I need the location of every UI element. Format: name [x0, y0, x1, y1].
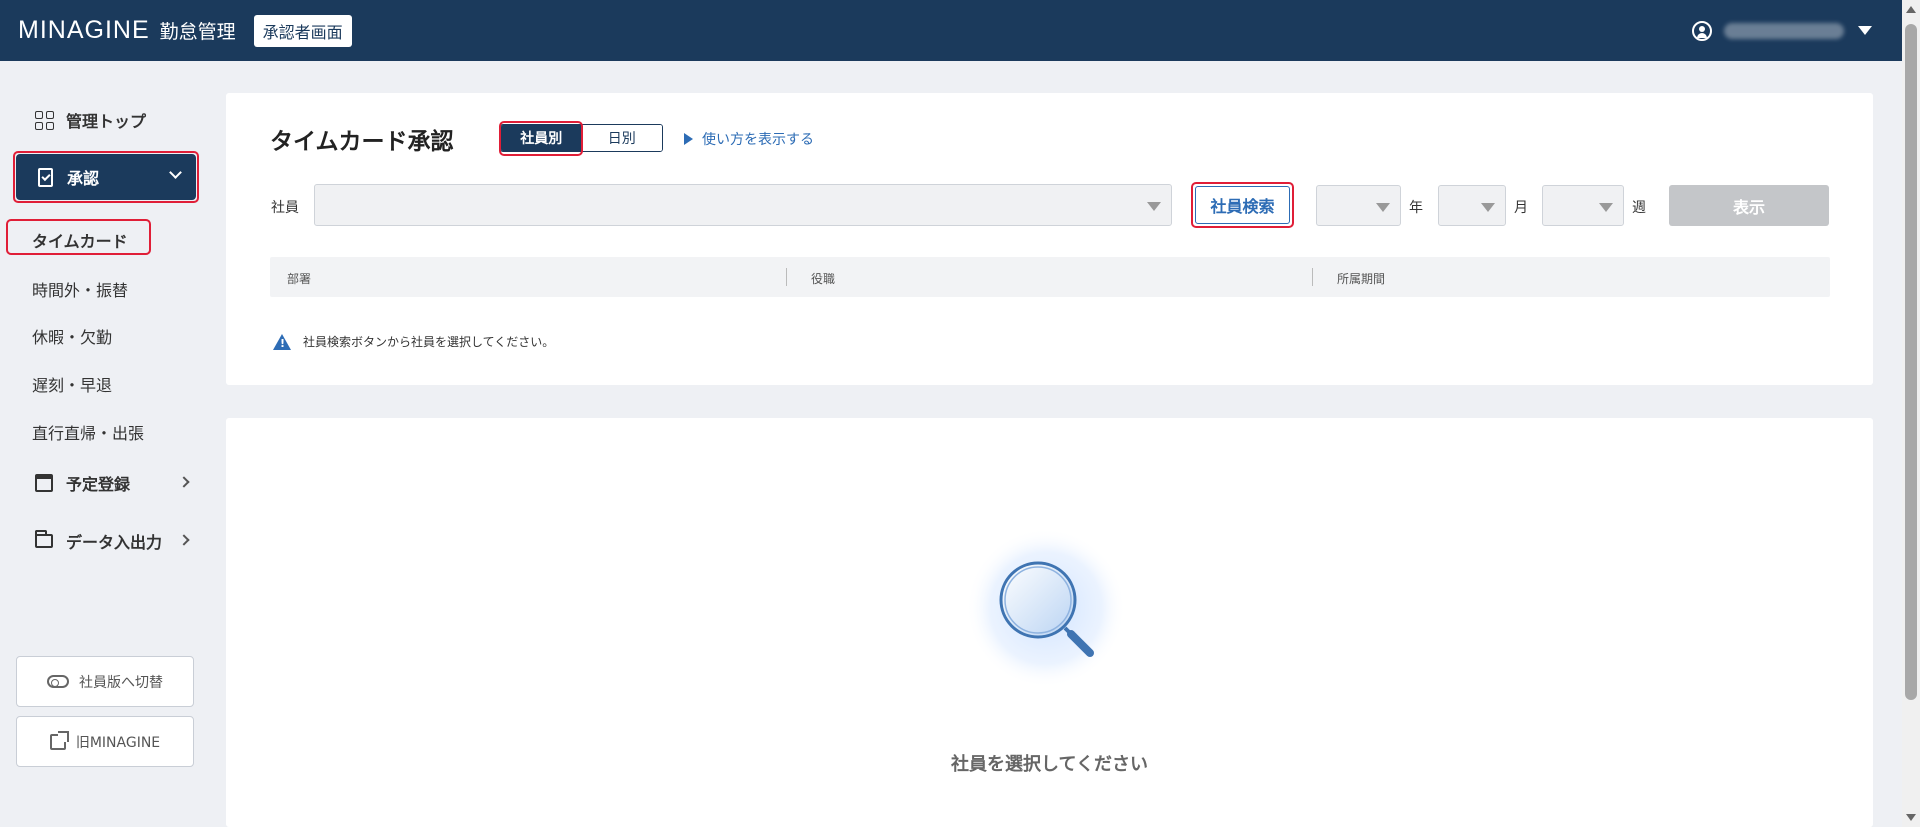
employee-info-bar: 部署 役職 所属期間: [270, 257, 1830, 297]
timecard-filter-panel: タイムカード承認 社員別 日別 使い方を表示する 社員 社員検索 年 月 週 表…: [226, 93, 1873, 385]
sidebar-subitem-leave[interactable]: 休暇・欠勤: [32, 324, 112, 348]
user-name-blurred: [1724, 22, 1844, 39]
howto-label: 使い方を表示する: [702, 132, 814, 148]
sidebar-item-top[interactable]: 管理トップ: [34, 108, 146, 132]
column-divider: [786, 268, 787, 286]
app-logo[interactable]: MINAGINE: [18, 16, 150, 45]
highlight-outline: [1191, 182, 1294, 228]
year-unit: 年: [1409, 200, 1423, 216]
warning-icon: [273, 333, 291, 350]
calendar-icon: [34, 473, 54, 493]
app-header: MINAGINE 勤怠管理 承認者画面: [0, 0, 1920, 61]
scroll-up-icon[interactable]: [1906, 6, 1916, 13]
button-label: 旧MINAGINE: [75, 734, 161, 751]
old-minagine-button[interactable]: 旧MINAGINE: [16, 716, 194, 767]
sidebar: 管理トップ 承認 タイムカード 時間外・振替 休暇・欠勤 遅刻・早退 直行直帰・…: [0, 61, 210, 827]
caret-down-icon[interactable]: [1858, 26, 1872, 35]
sidebar-subitem-overtime[interactable]: 時間外・振替: [32, 277, 128, 301]
chevron-right-icon: [178, 534, 190, 546]
external-link-icon: [49, 730, 69, 750]
week-select[interactable]: [1542, 185, 1624, 226]
column-divider: [1312, 268, 1313, 286]
page-title: タイムカード承認: [270, 129, 454, 155]
grid-icon: [34, 110, 54, 130]
info-column-position: 役職: [811, 272, 836, 286]
page-scrollbar[interactable]: [1902, 0, 1920, 827]
sidebar-subitem-direct[interactable]: 直行直帰・出張: [32, 420, 144, 444]
tab-by-day[interactable]: 日別: [581, 125, 662, 151]
magnifier-icon: [966, 528, 1126, 688]
scroll-down-icon[interactable]: [1906, 814, 1916, 821]
play-icon: [684, 133, 693, 145]
empty-state-text: 社員を選択してください: [951, 754, 1148, 775]
year-select[interactable]: [1316, 185, 1401, 226]
role-badge: 承認者画面: [253, 14, 352, 47]
week-unit: 週: [1632, 200, 1646, 216]
switch-employee-button[interactable]: 社員版へ切替: [16, 656, 194, 707]
user-icon: [1692, 20, 1712, 41]
scroll-thumb[interactable]: [1905, 24, 1917, 700]
info-column-period: 所属期間: [1337, 272, 1386, 286]
caret-down-icon: [1481, 203, 1495, 212]
highlight-outline: [6, 219, 151, 255]
sidebar-item-label: 予定登録: [66, 475, 131, 494]
button-label: 社員版へ切替: [79, 674, 163, 691]
sidebar-item-data-io[interactable]: データ入出力: [34, 529, 190, 553]
notice-message: 社員検索ボタンから社員を選択してください。: [273, 333, 554, 350]
sidebar-item-label: データ入出力: [66, 533, 163, 552]
show-button[interactable]: 表示: [1669, 185, 1829, 226]
month-unit: 月: [1514, 200, 1528, 216]
month-select[interactable]: [1438, 185, 1506, 226]
highlight-outline: [13, 151, 199, 203]
folder-icon: [34, 530, 54, 551]
timecard-result-panel: 社員を選択してください: [226, 418, 1873, 827]
highlight-outline: [499, 121, 583, 156]
sidebar-subitem-late[interactable]: 遅刻・早退: [32, 372, 112, 396]
caret-down-icon: [1147, 202, 1161, 211]
caret-down-icon: [1599, 203, 1613, 212]
howto-link[interactable]: 使い方を表示する: [684, 129, 814, 149]
user-menu[interactable]: [1692, 0, 1920, 61]
sidebar-item-label: 管理トップ: [66, 112, 147, 131]
toggle-icon: [47, 675, 69, 688]
app-subtitle: 勤怠管理: [159, 21, 236, 43]
chevron-right-icon: [178, 476, 190, 488]
sidebar-item-schedule[interactable]: 予定登録: [34, 471, 190, 495]
employee-select[interactable]: [314, 184, 1172, 226]
caret-down-icon: [1376, 203, 1390, 212]
employee-label: 社員: [271, 200, 299, 216]
notice-text: 社員検索ボタンから社員を選択してください。: [303, 335, 555, 349]
info-column-department: 部署: [287, 272, 312, 286]
